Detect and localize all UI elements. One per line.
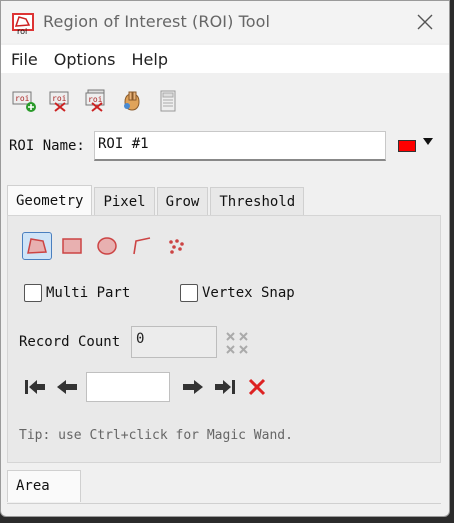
menu-file[interactable]: File xyxy=(11,50,38,69)
vertex-snap-checkbox[interactable] xyxy=(180,284,198,302)
tab-bar: Geometry Pixel Grow Threshold xyxy=(7,185,306,215)
hand-button[interactable] xyxy=(117,87,147,115)
multi-part-option[interactable]: Multi Part xyxy=(24,284,130,302)
rectangle-tool-icon xyxy=(62,238,82,254)
geometry-panel: Multi Part Vertex Snap Record Count 0 Ti… xyxy=(7,215,441,463)
first-record-button[interactable] xyxy=(22,374,48,400)
ellipse-tool-button[interactable] xyxy=(92,232,122,260)
svg-text:roi: roi xyxy=(15,94,30,103)
divider xyxy=(7,503,441,504)
clear-records-icon[interactable] xyxy=(224,330,250,356)
record-number-input[interactable] xyxy=(86,372,170,402)
calculator-button[interactable] xyxy=(153,87,183,115)
tab-grow[interactable]: Grow xyxy=(156,187,209,215)
vertex-snap-option[interactable]: Vertex Snap xyxy=(180,284,295,302)
delete-roi-button[interactable]: roi xyxy=(45,87,75,115)
multi-part-label: Multi Part xyxy=(46,285,131,301)
delete-roi-icon: roi xyxy=(49,91,69,112)
arrow-left-icon xyxy=(57,380,77,394)
first-record-icon xyxy=(25,380,45,394)
toolbar: roi roi roi xyxy=(9,87,183,117)
new-roi-icon: roi xyxy=(12,91,36,112)
menu-bar: File Options Help xyxy=(1,45,449,73)
svg-text:roi: roi xyxy=(52,94,67,103)
tab-geometry[interactable]: Geometry xyxy=(7,185,93,215)
rectangle-tool-button[interactable] xyxy=(57,232,87,260)
tab-threshold[interactable]: Threshold xyxy=(210,187,305,215)
vertex-snap-label: Vertex Snap xyxy=(202,285,295,301)
close-icon xyxy=(248,378,266,396)
last-record-icon xyxy=(215,380,235,394)
last-record-button[interactable] xyxy=(212,374,238,400)
chevron-down-icon[interactable] xyxy=(423,138,433,145)
roi-name-input[interactable]: ROI #1 xyxy=(94,131,386,161)
menu-options[interactable]: Options xyxy=(54,50,116,69)
tab-area[interactable]: Area xyxy=(7,470,81,502)
next-record-button[interactable] xyxy=(180,374,206,400)
previous-record-button[interactable] xyxy=(54,374,80,400)
close-button[interactable] xyxy=(413,10,437,34)
roi-app-icon: roi xyxy=(12,13,34,35)
svg-text:roi: roi xyxy=(88,95,103,104)
point-tool-button[interactable] xyxy=(162,232,192,260)
tab-pixel[interactable]: Pixel xyxy=(94,187,155,215)
roi-color-swatch[interactable] xyxy=(398,140,416,152)
ellipse-tool-icon xyxy=(97,237,117,255)
polyline-tool-button[interactable] xyxy=(127,232,157,260)
calculator-icon xyxy=(160,90,176,112)
roi-tool-window: roi Region of Interest (ROI) Tool File O… xyxy=(0,0,450,517)
window-title: Region of Interest (ROI) Tool xyxy=(43,12,271,31)
arrow-right-icon xyxy=(183,380,203,394)
multi-part-checkbox[interactable] xyxy=(24,284,42,302)
point-tool-icon xyxy=(169,239,184,254)
new-roi-button[interactable]: roi xyxy=(9,87,39,115)
menu-help[interactable]: Help xyxy=(132,50,168,69)
delete-all-roi-icon: roi xyxy=(85,89,105,112)
delete-all-roi-button[interactable]: roi xyxy=(81,87,111,115)
delete-record-button[interactable] xyxy=(244,374,270,400)
tip-text: Tip: use Ctrl+click for Magic Wand. xyxy=(19,428,293,443)
record-count-field: 0 xyxy=(131,326,217,358)
close-icon xyxy=(417,14,433,30)
roi-name-label: ROI Name: xyxy=(9,138,85,154)
polygon-tool-button[interactable] xyxy=(22,232,52,260)
hand-icon xyxy=(124,91,140,111)
polyline-tool-icon xyxy=(133,237,151,255)
title-bar: roi Region of Interest (ROI) Tool xyxy=(1,1,449,43)
record-count-label: Record Count xyxy=(19,334,121,350)
geometry-tools xyxy=(22,232,192,260)
bottom-tab-bar: Area xyxy=(7,470,441,504)
record-navigation xyxy=(22,372,276,402)
svg-text:roi: roi xyxy=(17,27,27,35)
polygon-tool-icon xyxy=(27,238,47,254)
